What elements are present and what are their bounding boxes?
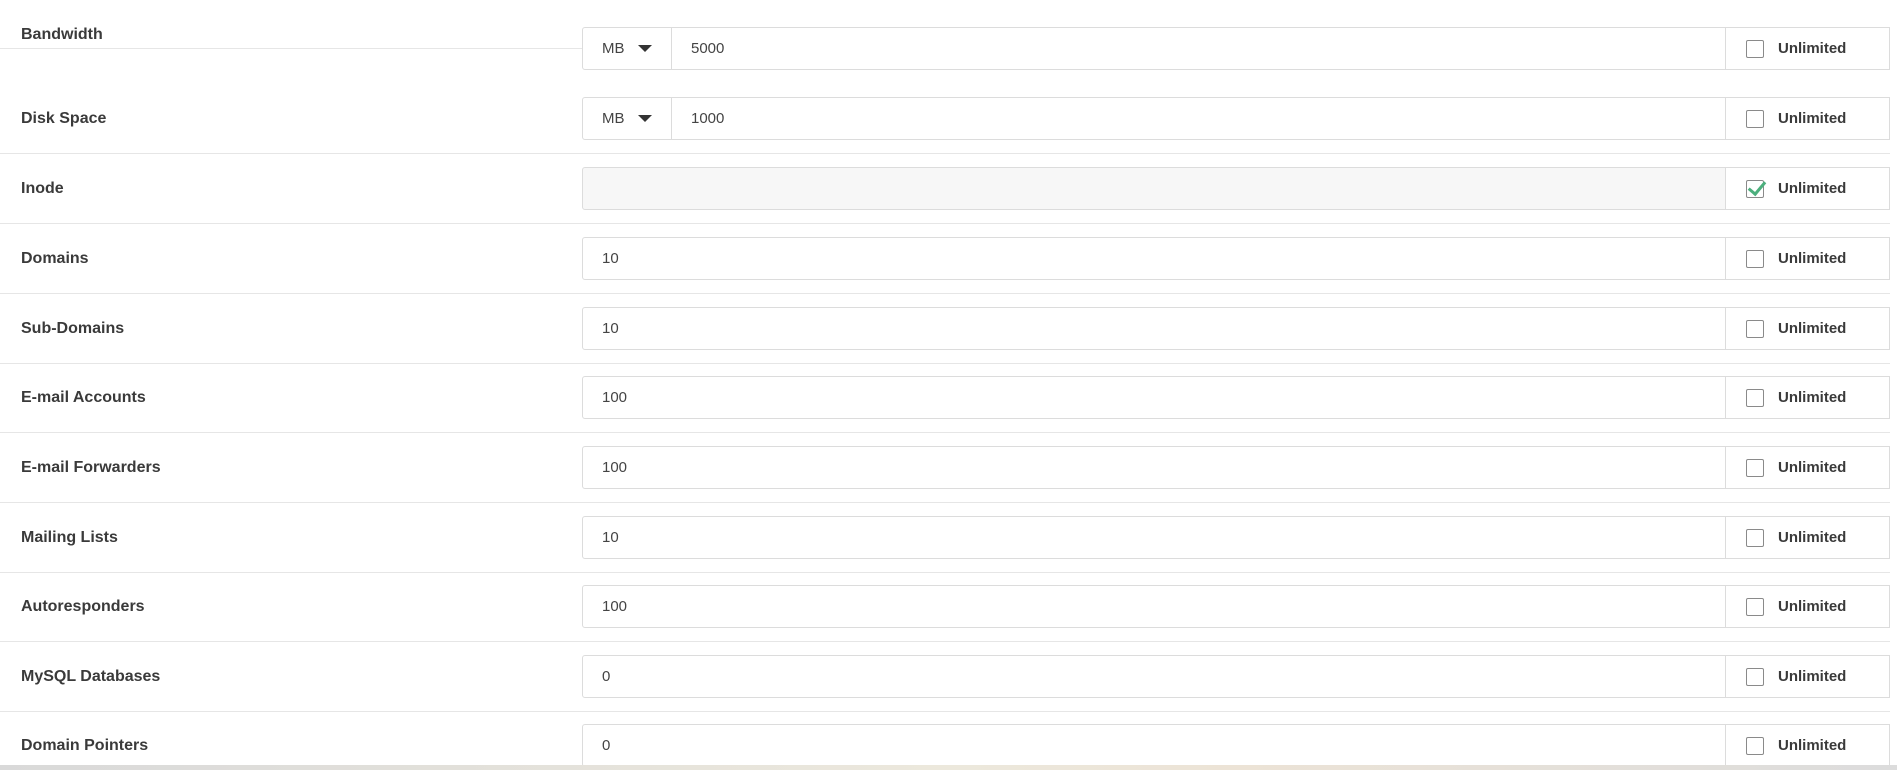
bandwidth-field: MB Unlimited (582, 27, 1890, 70)
disk-space-field: MB Unlimited (582, 97, 1890, 140)
domain-pointers-unlimited-checkbox[interactable] (1746, 736, 1764, 755)
mailing-lists-input[interactable] (583, 517, 1725, 558)
email-forwarders-unlimited-checkbox[interactable] (1746, 458, 1764, 477)
unlimited-label: Unlimited (1778, 459, 1847, 476)
row-label: E-mail Forwarders (21, 458, 161, 476)
mysql-databases-unlimited-checkbox[interactable] (1746, 667, 1764, 686)
email-forwarders-input[interactable] (583, 447, 1725, 488)
disk-space-unlimited-checkbox[interactable] (1746, 109, 1764, 128)
inode-field: Unlimited (582, 167, 1890, 210)
sub-domains-unlimited-checkbox[interactable] (1746, 319, 1764, 338)
caret-down-icon (637, 45, 652, 52)
email-forwarders-unlimited-toggle[interactable]: Unlimited (1725, 447, 1889, 488)
unlimited-label: Unlimited (1778, 668, 1847, 685)
row-email-accounts: E-mail Accounts Unlimited (0, 363, 1890, 433)
unit-label: MB (602, 40, 625, 57)
domains-unlimited-checkbox[interactable] (1746, 249, 1764, 268)
sub-domains-field: Unlimited (582, 307, 1890, 350)
unlimited-label: Unlimited (1778, 320, 1847, 337)
row-label: Bandwidth (21, 26, 103, 43)
unlimited-label: Unlimited (1778, 180, 1847, 197)
sub-domains-input[interactable] (583, 308, 1725, 349)
email-accounts-field: Unlimited (582, 376, 1890, 419)
autoresponders-field: Unlimited (582, 585, 1890, 628)
domains-unlimited-toggle[interactable]: Unlimited (1725, 238, 1889, 279)
checkmark-icon (1747, 176, 1767, 196)
email-accounts-input[interactable] (583, 377, 1725, 418)
row-label: Disk Space (21, 109, 107, 127)
domains-input[interactable] (583, 238, 1725, 279)
email-accounts-unlimited-checkbox[interactable] (1746, 388, 1764, 407)
mysql-databases-unlimited-toggle[interactable]: Unlimited (1725, 656, 1889, 697)
disk-space-input[interactable] (672, 98, 1725, 139)
mailing-lists-field: Unlimited (582, 516, 1890, 559)
unlimited-label: Unlimited (1778, 529, 1847, 546)
window-bottom-edge (0, 765, 1897, 770)
mailing-lists-unlimited-checkbox[interactable] (1746, 528, 1764, 547)
row-email-forwarders: E-mail Forwarders Unlimited (0, 433, 1890, 503)
row-inode: Inode Unlimited (0, 154, 1890, 224)
row-mysql-databases: MySQL Databases Unlimited (0, 642, 1890, 712)
email-forwarders-field: Unlimited (582, 446, 1890, 489)
unlimited-label: Unlimited (1778, 40, 1847, 57)
email-accounts-unlimited-toggle[interactable]: Unlimited (1725, 377, 1889, 418)
bandwidth-unlimited-checkbox[interactable] (1746, 39, 1764, 58)
domain-pointers-unlimited-toggle[interactable]: Unlimited (1725, 725, 1889, 766)
resource-limits-form: Bandwidth MB Unlimited Disk Space MB Unl (0, 0, 1897, 770)
autoresponders-unlimited-toggle[interactable]: Unlimited (1725, 586, 1889, 627)
row-domains: Domains Unlimited (0, 224, 1890, 294)
disk-space-unit-select[interactable]: MB (583, 98, 672, 139)
bandwidth-unlimited-toggle[interactable]: Unlimited (1725, 28, 1889, 69)
row-label: Domains (21, 249, 89, 267)
bandwidth-unit-select[interactable]: MB (583, 28, 672, 69)
domain-pointers-input[interactable] (583, 725, 1725, 766)
autoresponders-input[interactable] (583, 586, 1725, 627)
mailing-lists-unlimited-toggle[interactable]: Unlimited (1725, 517, 1889, 558)
row-label: E-mail Accounts (21, 388, 146, 406)
autoresponders-unlimited-checkbox[interactable] (1746, 597, 1764, 616)
row-sub-domains: Sub-Domains Unlimited (0, 294, 1890, 364)
bandwidth-input[interactable] (672, 28, 1725, 69)
row-disk-space: Disk Space MB Unlimited (0, 84, 1890, 154)
row-domain-pointers: Domain Pointers Unlimited (0, 711, 1890, 770)
mysql-databases-field: Unlimited (582, 655, 1890, 698)
row-bandwidth: Bandwidth MB Unlimited (0, 0, 1890, 70)
domain-pointers-field: Unlimited (582, 724, 1890, 767)
row-label: Mailing Lists (21, 528, 118, 546)
inode-unlimited-toggle[interactable]: Unlimited (1725, 168, 1889, 209)
domains-field: Unlimited (582, 237, 1890, 280)
row-label: Autoresponders (21, 597, 145, 615)
inode-unlimited-checkbox[interactable] (1746, 176, 1767, 198)
unlimited-label: Unlimited (1778, 250, 1847, 267)
unlimited-label: Unlimited (1778, 110, 1847, 127)
row-label: MySQL Databases (21, 667, 161, 685)
inode-input[interactable] (583, 168, 1725, 209)
mysql-databases-input[interactable] (583, 656, 1725, 697)
row-label: Inode (21, 179, 64, 197)
row-mailing-lists: Mailing Lists Unlimited (0, 503, 1890, 573)
sub-domains-unlimited-toggle[interactable]: Unlimited (1725, 308, 1889, 349)
unlimited-label: Unlimited (1778, 598, 1847, 615)
unlimited-label: Unlimited (1778, 389, 1847, 406)
caret-down-icon (637, 115, 652, 122)
unit-label: MB (602, 110, 625, 127)
row-autoresponders: Autoresponders Unlimited (0, 572, 1890, 642)
row-label: Domain Pointers (21, 737, 149, 754)
unlimited-label: Unlimited (1778, 737, 1847, 754)
row-label: Sub-Domains (21, 319, 125, 337)
disk-space-unlimited-toggle[interactable]: Unlimited (1725, 98, 1889, 139)
